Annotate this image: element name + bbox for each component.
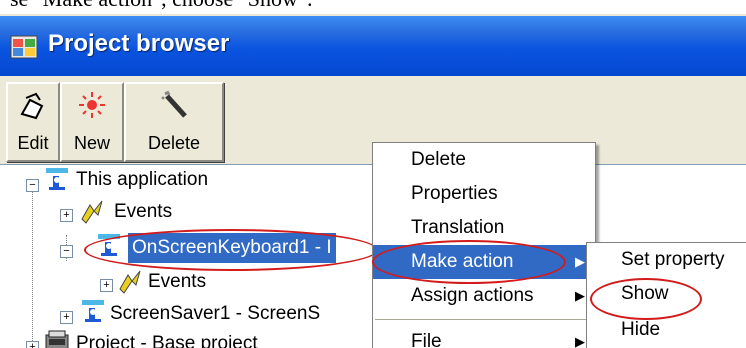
collapse-toggle[interactable]: − xyxy=(60,245,73,258)
project-icon xyxy=(45,330,69,348)
menu-item-make-action[interactable]: Make action ▶ xyxy=(373,245,595,279)
menu-item-delete[interactable]: Delete xyxy=(373,143,595,177)
menu-item-properties[interactable]: Properties xyxy=(373,177,595,211)
expand-toggle[interactable]: + xyxy=(26,341,39,348)
tree-item-screensaver[interactable]: ScreenSaver1 - ScreenS xyxy=(110,299,320,329)
edit-button[interactable]: Edit xyxy=(6,82,60,162)
instruction-caption: se "Make action", choose "Show": xyxy=(0,0,746,12)
new-button[interactable]: New xyxy=(60,82,124,162)
submenu-item-show[interactable]: Show xyxy=(587,277,746,311)
menu-separator xyxy=(375,319,593,320)
submenu-arrow-icon: ▶ xyxy=(575,254,585,269)
menu-item-make-action-label: Make action xyxy=(411,251,514,272)
project-browser-window: Project browser Edit New Delete − This a… xyxy=(0,14,746,348)
menu-item-file[interactable]: File ▶ xyxy=(373,325,595,348)
expand-toggle[interactable]: + xyxy=(100,279,113,292)
expand-toggle[interactable]: + xyxy=(60,209,73,222)
menu-item-assign-actions-label: Assign actions xyxy=(411,285,534,306)
menu-item-translation[interactable]: Translation xyxy=(373,211,595,245)
new-label: New xyxy=(73,133,110,153)
make-action-submenu: Set property Show Hide xyxy=(586,242,746,348)
keyboard-object-icon xyxy=(98,234,120,256)
tree-item-events[interactable]: Events xyxy=(114,197,172,227)
events-icon xyxy=(81,200,103,224)
submenu-item-hide[interactable]: Hide xyxy=(587,313,746,347)
delete-button[interactable]: Delete xyxy=(124,82,224,162)
collapse-toggle[interactable]: − xyxy=(26,179,39,192)
edit-label: Edit xyxy=(17,133,49,153)
window-title: Project browser xyxy=(48,30,230,57)
edit-icon xyxy=(20,92,44,120)
events-icon xyxy=(119,270,141,294)
tree-root-label[interactable]: This application xyxy=(76,165,208,195)
new-icon xyxy=(79,92,105,118)
application-icon xyxy=(46,168,68,190)
tree-item-events-2[interactable]: Events xyxy=(148,267,206,297)
submenu-arrow-icon: ▶ xyxy=(575,288,585,303)
context-menu: Delete Properties Translation Make actio… xyxy=(372,142,596,348)
delete-label: Delete xyxy=(147,133,201,153)
tree-item-project[interactable]: Project - Base project xyxy=(76,329,258,348)
screensaver-object-icon xyxy=(82,300,104,322)
menu-item-assign-actions[interactable]: Assign actions ▶ xyxy=(373,279,595,313)
delete-icon xyxy=(161,90,187,118)
app-window-icon xyxy=(10,35,38,59)
title-bar: Project browser xyxy=(0,16,746,76)
tree-line xyxy=(32,187,33,343)
submenu-item-set-property[interactable]: Set property xyxy=(587,243,746,277)
tree-item-onscreenkeyboard[interactable]: OnScreenKeyboard1 - I xyxy=(128,233,336,263)
menu-item-file-label: File xyxy=(411,331,442,348)
submenu-arrow-icon: ▶ xyxy=(575,334,585,348)
expand-toggle[interactable]: + xyxy=(60,311,73,324)
